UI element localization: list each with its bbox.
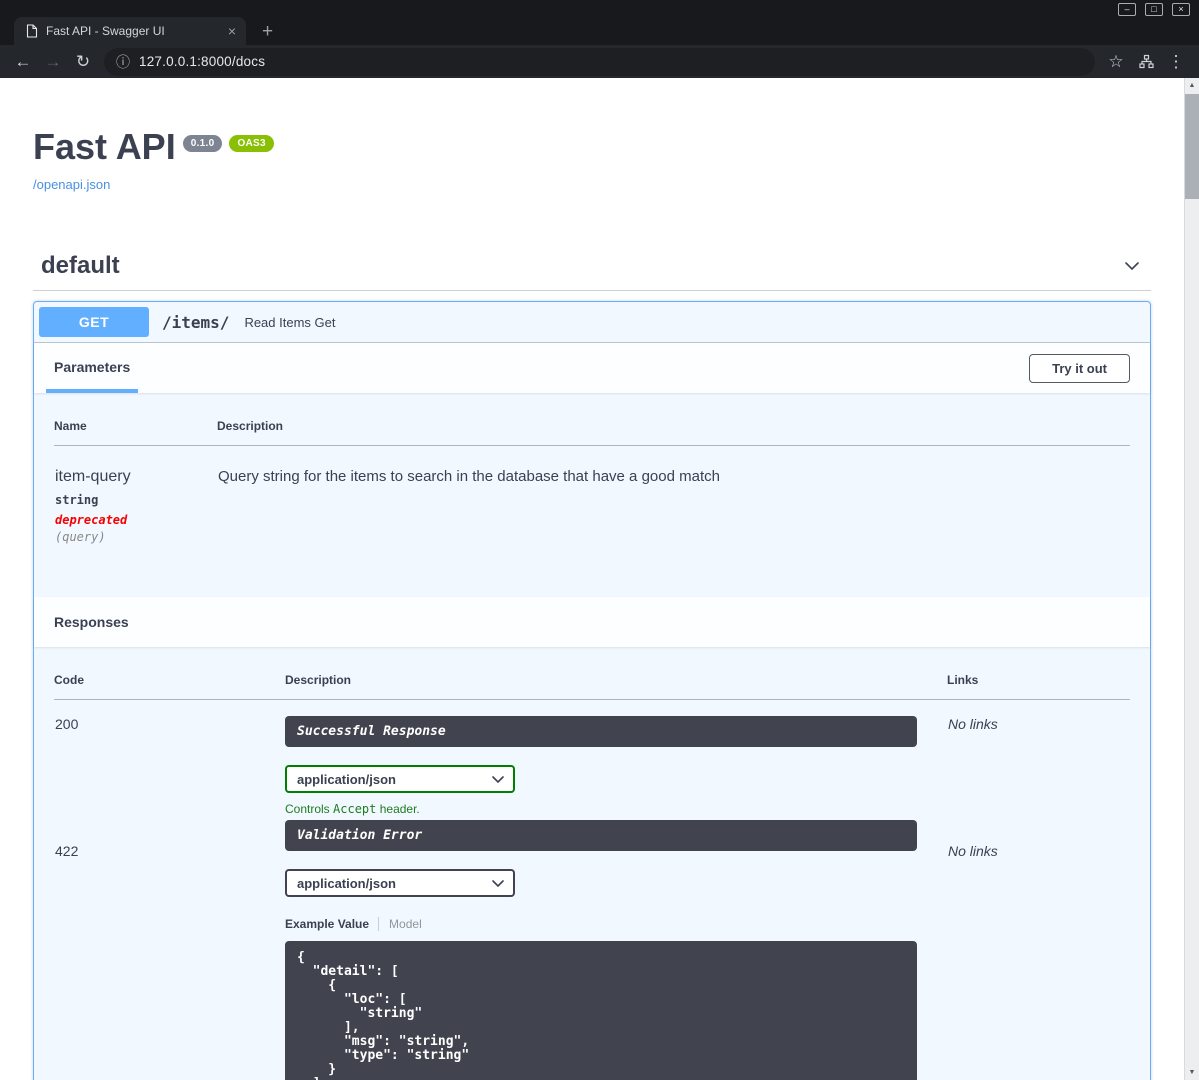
response-code: 200 <box>55 716 79 732</box>
operation-description: Read Items Get <box>244 314 336 330</box>
forward-button[interactable]: → <box>38 48 68 76</box>
parameter-location: (query) <box>55 530 106 544</box>
response-code: 422 <box>55 843 79 859</box>
responses-column-code: Code <box>54 665 285 700</box>
response-row-422: 422 Validation Error application/json Ex… <box>54 816 1130 1080</box>
responses-table: Code Description Links 200 Successful Re… <box>54 665 1130 1080</box>
example-json: { "detail": [ { "loc": [ "string" ], "ms… <box>297 950 470 1080</box>
parameters-tab[interactable]: Parameters <box>46 343 139 393</box>
parameters-column-name: Name <box>54 411 217 446</box>
parameter-name: item-query <box>55 468 131 485</box>
browser-toolbar: ← → ↻ ⓘ 127.0.0.1:8000/docs ☆ ⋮ <box>0 45 1199 78</box>
parameters-section-header: Parameters Try it out <box>34 343 1150 393</box>
browser-window: – □ × Fast API - Swagger UI × + ← → ↻ ⓘ … <box>0 0 1199 1080</box>
parameter-description: Query string for the items to search in … <box>218 468 720 485</box>
page-content: Fast API 0.1.0 OAS3 /openapi.json default … <box>0 78 1199 1080</box>
window-controls: – □ × <box>1118 3 1190 16</box>
minimize-icon: – <box>1124 4 1130 14</box>
page-icon <box>26 24 38 38</box>
operation-block: GET /items/ Read Items Get Parameters Tr… <box>33 301 1151 1080</box>
response-description-block: Successful Response <box>285 716 917 747</box>
tab-bar: Fast API - Swagger UI × + <box>0 16 1199 45</box>
responses-column-links: Links <box>947 665 1130 700</box>
scrollbar-thumb[interactable] <box>1185 94 1199 199</box>
parameter-type: string <box>55 493 99 507</box>
media-type-value: application/json <box>297 875 396 891</box>
response-links: No links <box>948 843 998 859</box>
media-type-value: application/json <box>297 771 396 787</box>
chevron-down-icon <box>492 775 504 783</box>
responses-section-header: Responses <box>34 597 1150 647</box>
example-value-tab[interactable]: Example Value <box>285 917 369 931</box>
parameters-table: Name Description item-query string depre… <box>54 411 1130 545</box>
response-links: No links <box>948 716 998 732</box>
forward-icon: → <box>44 51 62 71</box>
api-title: Fast API 0.1.0 OAS3 <box>33 126 1151 168</box>
reload-icon: ↻ <box>75 51 91 71</box>
kebab-menu-icon: ⋮ <box>1167 51 1185 71</box>
api-info: Fast API 0.1.0 OAS3 /openapi.json <box>33 78 1151 194</box>
scrollbar[interactable]: ▲ ▼ <box>1184 78 1199 1080</box>
accept-note-prefix: Controls <box>285 802 334 816</box>
response-description-block: Validation Error <box>285 820 917 851</box>
oas-badge: OAS3 <box>229 135 274 152</box>
tag-section-header[interactable]: default <box>33 242 1151 291</box>
window-titlebar: – □ × <box>0 0 1199 16</box>
window-close-button[interactable]: × <box>1172 3 1190 16</box>
chevron-down-icon <box>492 879 504 887</box>
method-badge: GET <box>39 307 149 337</box>
try-it-out-button[interactable]: Try it out <box>1029 353 1130 383</box>
swagger-ui: Fast API 0.1.0 OAS3 /openapi.json default … <box>0 78 1184 1080</box>
model-tab[interactable]: Model <box>378 917 422 931</box>
close-icon: × <box>1178 4 1184 14</box>
window-maximize-button[interactable]: □ <box>1145 3 1163 16</box>
accept-header-note: Controls Accept header. <box>285 802 917 816</box>
parameters-body: Name Description item-query string depre… <box>34 393 1150 597</box>
parameter-row: item-query string deprecated (query) Que… <box>54 446 1130 546</box>
site-info-icon[interactable]: ⓘ <box>116 52 130 72</box>
address-bar[interactable]: ⓘ 127.0.0.1:8000/docs <box>104 47 1095 76</box>
scroll-up-arrow-icon[interactable]: ▲ <box>1185 78 1199 93</box>
browser-menu-button[interactable]: ⋮ <box>1161 48 1191 76</box>
hierarchy-button[interactable] <box>1131 48 1161 76</box>
url-text[interactable]: 127.0.0.1:8000/docs <box>139 54 265 69</box>
back-icon: ← <box>14 51 32 71</box>
maximize-icon: □ <box>1151 4 1157 14</box>
example-model-tabs: Example Value Model <box>285 917 917 931</box>
openapi-spec-link[interactable]: /openapi.json <box>33 177 110 192</box>
responses-column-description: Description <box>285 665 947 700</box>
new-tab-button[interactable]: + <box>262 22 273 41</box>
tab-close-icon[interactable]: × <box>226 24 238 38</box>
media-type-select[interactable]: application/json <box>285 869 515 897</box>
operation-path: /items/ <box>162 312 230 332</box>
version-badge: 0.1.0 <box>182 135 223 152</box>
parameter-deprecated-label: deprecated <box>55 513 128 527</box>
operation-summary[interactable]: GET /items/ Read Items Get <box>34 302 1150 343</box>
chevron-down-icon[interactable] <box>1121 255 1143 277</box>
hierarchy-icon <box>1138 54 1154 69</box>
bookmark-star-icon: ☆ <box>1108 51 1124 71</box>
api-title-text: Fast API <box>33 126 176 167</box>
bookmark-button[interactable]: ☆ <box>1101 48 1131 76</box>
responses-section-title: Responses <box>54 614 129 630</box>
reload-button[interactable]: ↻ <box>68 48 98 76</box>
response-row-200: 200 Successful Response application/json… <box>54 700 1130 816</box>
tag-name: default <box>41 252 120 279</box>
accept-note-code: Accept <box>333 802 377 816</box>
media-type-select[interactable]: application/json <box>285 765 515 793</box>
responses-body: Code Description Links 200 Successful Re… <box>34 647 1150 1080</box>
window-minimize-button[interactable]: – <box>1118 3 1136 16</box>
tab-title: Fast API - Swagger UI <box>46 24 165 38</box>
browser-tab[interactable]: Fast API - Swagger UI × <box>14 17 246 45</box>
parameters-column-description: Description <box>217 411 1130 446</box>
back-button[interactable]: ← <box>8 48 38 76</box>
scroll-down-arrow-icon[interactable]: ▼ <box>1185 1065 1199 1080</box>
accept-note-suffix: header. <box>376 802 420 816</box>
example-json-block: { "detail": [ { "loc": [ "string" ], "ms… <box>285 941 917 1080</box>
